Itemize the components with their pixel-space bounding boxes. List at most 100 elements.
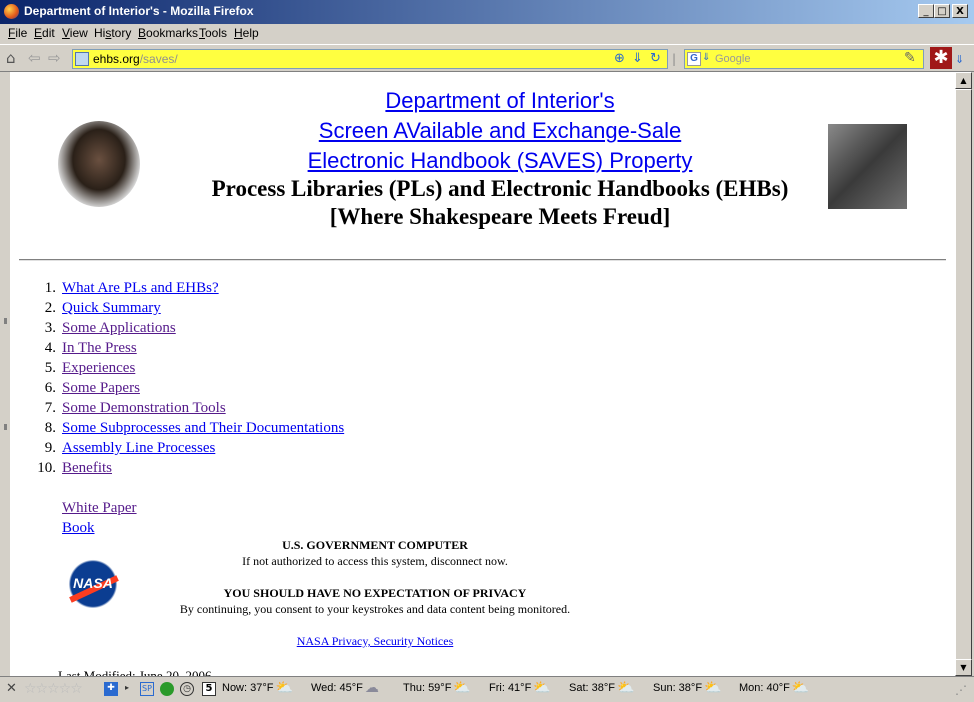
addon-dropdown-icon[interactable]: ⇓ [955, 52, 964, 68]
close-bar-icon[interactable]: ✕ [6, 681, 17, 696]
menu-view[interactable]: View [62, 26, 88, 40]
list-number: 3. [44, 320, 56, 336]
partly-cloudy-icon: ⛅ [616, 679, 635, 696]
toc-link[interactable]: Experiences [62, 358, 135, 378]
list-number: 10. [37, 460, 56, 476]
heading-link-1[interactable]: Department of Interior's [10, 88, 955, 114]
menu-help[interactable]: Help [234, 26, 259, 40]
scroll-thumb[interactable] [955, 89, 972, 666]
page-subtitle: Process Libraries (PLs) and Electronic H… [211, 176, 789, 201]
toc-link[interactable]: Some Papers [62, 378, 140, 398]
menu-history[interactable]: History [94, 26, 131, 40]
page-content: Department of Interior's Screen AVailabl… [10, 72, 955, 676]
weather-label: Fri: 41°F [489, 682, 532, 694]
last-modified: Last Modified: June 20, 2006 [58, 668, 212, 676]
clock-icon[interactable]: ◷ [180, 682, 194, 696]
weather-label: Sat: 38°F [569, 682, 615, 694]
weather-label: Wed: 45°F [311, 682, 363, 694]
nasa-privacy-link[interactable]: NASA Privacy, Security Notices [297, 634, 454, 648]
list-number: 8. [44, 420, 56, 436]
home-icon[interactable]: ⌂ [6, 50, 16, 66]
cloudy-icon: ☁ [364, 679, 379, 696]
toolbar-separator-icon: | [672, 52, 677, 66]
maximize-button[interactable]: □ [934, 4, 950, 18]
menu-bookmarks[interactable]: Bookmarks [138, 26, 198, 40]
list-number: 2. [44, 300, 56, 316]
white-paper-link[interactable]: White Paper [62, 500, 137, 517]
weather-day[interactable]: Now: 37°F ⛅ [222, 679, 293, 696]
calendar-icon[interactable]: 5 [202, 682, 216, 696]
nasa-privacy-notice: NASA Privacy, Security Notices [10, 634, 740, 649]
search-placeholder: Google [715, 53, 751, 65]
menu-tools[interactable]: Tools [199, 26, 227, 40]
scroll-up-button[interactable]: ▲ [955, 72, 972, 89]
rating-stars-icon[interactable]: ☆☆☆☆☆ [24, 681, 83, 697]
partly-cloudy-icon: ⛅ [275, 679, 293, 696]
green-status-icon[interactable] [160, 682, 174, 696]
reload-icon[interactable]: ↻ [650, 51, 661, 67]
weather-label: Sun: 38°F [653, 682, 703, 694]
forward-icon[interactable]: ⇨ [48, 50, 61, 66]
sp-icon[interactable]: SP [140, 682, 154, 696]
weather-day[interactable]: Sun: 38°F ⛅ [653, 679, 722, 696]
list-number: 1. [44, 280, 56, 296]
weather-day[interactable]: Mon: 40°F ⛅ [739, 679, 810, 696]
url-text[interactable]: ehbs.org/saves/ [93, 52, 178, 66]
weather-day[interactable]: Sat: 38°F ⛅ [569, 679, 635, 696]
list-number: 9. [44, 440, 56, 456]
toc-link[interactable]: Some Subprocesses and Their Documentatio… [62, 418, 344, 438]
partly-cloudy-icon: ⛅ [791, 679, 810, 696]
toc-link[interactable]: Some Demonstration Tools [62, 398, 226, 418]
toc-link[interactable]: In The Press [62, 338, 137, 358]
heading-link-3[interactable]: Electronic Handbook (SAVES) Property [10, 148, 955, 174]
partly-cloudy-icon: ⛅ [533, 679, 551, 696]
sidebar-grip-icon [4, 424, 7, 430]
download-arrow-icon[interactable]: ⇓ [632, 51, 643, 67]
search-go-icon[interactable]: ✎ [904, 50, 916, 66]
toc-link[interactable]: What Are PLs and EHBs? [62, 278, 219, 298]
status-arrow-icon[interactable]: ▸ [120, 682, 134, 696]
heading-link-2[interactable]: Screen AVailable and Exchange-Sale [10, 118, 955, 144]
scroll-down-button[interactable]: ▼ [955, 659, 972, 676]
menu-edit[interactable]: Edit [34, 26, 55, 40]
title-bar: Department of Interior's - Mozilla Firef… [0, 0, 974, 24]
url-bar[interactable]: ehbs.org/saves/ [72, 49, 668, 69]
page-tagline: [Where Shakespeare Meets Freud] [329, 204, 671, 229]
gov-warning-text: If not authorized to access this system,… [242, 554, 508, 568]
divider [19, 259, 946, 261]
toc-link[interactable]: Assembly Line Processes [62, 438, 215, 458]
gov-computer-title: U.S. GOVERNMENT COMPUTER [282, 538, 468, 552]
resize-grip-icon[interactable]: ⋰ [955, 683, 967, 697]
list-number: 6. [44, 380, 56, 396]
minimize-button[interactable]: _ [918, 4, 934, 18]
toc-link[interactable]: Quick Summary [62, 298, 161, 318]
add-icon[interactable]: ⊕ [614, 51, 625, 67]
search-box[interactable]: G ⇓ Google [684, 49, 924, 69]
list-number: 5. [44, 360, 56, 376]
addon-icon[interactable]: ✱ [930, 47, 952, 69]
toc-link[interactable]: Benefits [62, 458, 112, 478]
weather-label: Thu: 59°F [403, 682, 452, 694]
weather-label: Mon: 40°F [739, 682, 790, 694]
google-engine-icon[interactable]: G [687, 52, 701, 66]
book-link[interactable]: Book [62, 520, 95, 537]
back-icon[interactable]: ⇦ [28, 50, 41, 66]
toc-link[interactable]: Some Applications [62, 318, 176, 338]
weather-day[interactable]: Wed: 45°F ☁ [311, 679, 379, 696]
status-bar: ✕ ☆☆☆☆☆ ✚ ▸ SP ◷ 5 Now: 37°F ⛅ Wed: 45°F ☁ T… [0, 676, 974, 702]
partly-cloudy-icon: ⛅ [704, 679, 722, 696]
list-number: 4. [44, 340, 56, 356]
vertical-scrollbar[interactable]: ▲ ▼ [955, 72, 972, 676]
site-favicon-icon [75, 52, 89, 66]
tab-mix-icon[interactable]: ✚ [104, 682, 118, 696]
menu-bar: File Edit View History Bookmarks Tools H… [0, 24, 974, 44]
partly-cloudy-icon: ⛅ [453, 679, 471, 696]
sidebar-grip-icon [4, 318, 7, 324]
weather-day[interactable]: Thu: 59°F ⛅ [403, 679, 471, 696]
engine-dropdown-icon[interactable]: ⇓ [702, 52, 710, 63]
menu-file[interactable]: File [8, 26, 27, 40]
privacy-text: By continuing, you consent to your keyst… [179, 602, 571, 616]
close-button[interactable]: X [952, 4, 968, 18]
weather-day[interactable]: Fri: 41°F ⛅ [489, 679, 551, 696]
list-number: 7. [44, 400, 56, 416]
